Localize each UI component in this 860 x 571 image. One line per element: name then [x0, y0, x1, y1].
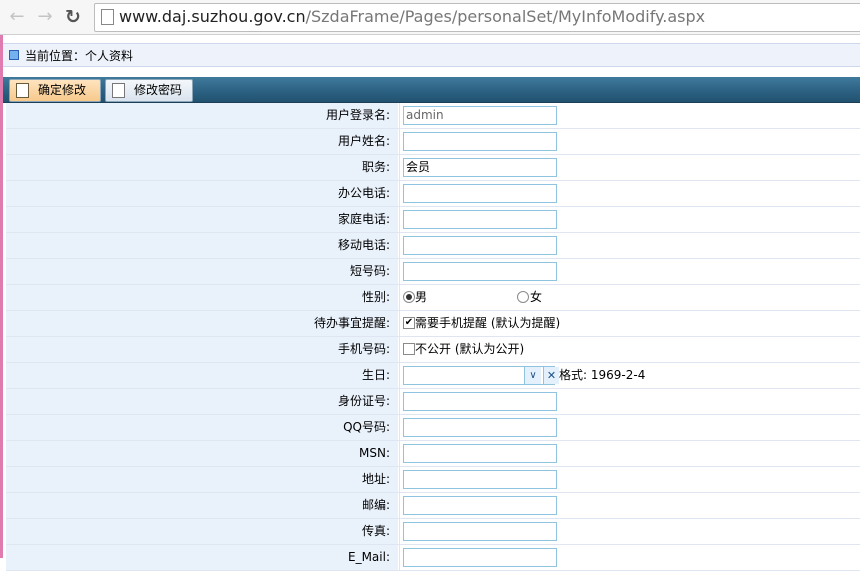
username-label: 用户姓名:	[337, 134, 390, 148]
form-row-short-number: 短号码:	[6, 259, 860, 285]
form-row-email: E_Mail:	[6, 545, 860, 571]
checkmark-icon: ✔	[404, 317, 414, 328]
action-toolbar: 确定修改 修改密码	[3, 77, 860, 103]
msn-label: MSN:	[359, 446, 390, 460]
gender-male-label: 男	[415, 290, 428, 304]
url-text[interactable]: www.daj.suzhou.gov.cn/SzdaFrame/Pages/pe…	[119, 7, 705, 26]
save-changes-label: 确定修改	[38, 83, 87, 97]
todo-reminder-checkbox[interactable]: ✔	[403, 317, 415, 329]
address-label: 地址:	[361, 472, 390, 486]
birthday-format-hint: 格式: 1969-2-4	[559, 368, 646, 382]
fax-label: 传真:	[361, 524, 390, 538]
form-row-birthday: 生日: ∨ ✕ 格式: 1969-2-4	[6, 363, 860, 389]
url-host: www.daj.suzhou.gov.cn	[119, 7, 306, 26]
mobile-private-checkbox[interactable]	[403, 343, 415, 355]
back-arrow-icon[interactable]: ←	[6, 6, 28, 28]
forward-arrow-icon[interactable]: →	[34, 6, 56, 28]
fax-input[interactable]	[403, 522, 557, 541]
address-input[interactable]	[403, 470, 557, 489]
postcode-input[interactable]	[403, 496, 557, 515]
form-row-fax: 传真:	[6, 519, 860, 545]
todo-reminder-label: 待办事宜提醒:	[313, 316, 390, 330]
email-label: E_Mail:	[348, 550, 390, 564]
position-label: 职务:	[361, 160, 390, 174]
gender-male-radio[interactable]	[403, 291, 415, 303]
todo-reminder-option: 需要手机提醒 (默认为提醒)	[415, 316, 561, 330]
url-path: /SzdaFrame/Pages/personalSet/MyInfoModif…	[305, 7, 706, 26]
document-icon	[112, 83, 125, 98]
change-password-label: 修改密码	[134, 83, 183, 97]
frame-left-border	[0, 35, 3, 558]
form-row-qq: QQ号码:	[6, 415, 860, 441]
office-phone-label: 办公电话:	[337, 186, 390, 200]
id-number-label: 身份证号:	[337, 394, 390, 408]
form-row-login: 用户登录名: admin	[6, 103, 860, 129]
chevron-down-icon[interactable]: ∨	[524, 367, 541, 384]
change-password-button[interactable]: 修改密码	[105, 79, 193, 102]
clear-icon[interactable]: ✕	[543, 367, 559, 384]
msn-input[interactable]	[403, 444, 557, 463]
id-number-input[interactable]	[403, 392, 557, 411]
position-input[interactable]: 会员	[403, 158, 557, 177]
profile-form: 用户登录名: admin 用户姓名: 职务: 会员 办公电话: 家庭电话: 移动…	[6, 103, 860, 571]
form-row-address: 地址:	[6, 467, 860, 493]
birthday-label: 生日:	[361, 368, 390, 382]
gender-female-label: 女	[530, 290, 543, 304]
breadcrumb: 当前位置：个人资料	[3, 43, 860, 67]
gender-female-radio[interactable]	[517, 291, 529, 303]
page-icon	[101, 9, 114, 25]
office-phone-input[interactable]	[403, 184, 557, 203]
address-bar[interactable]: www.daj.suzhou.gov.cn/SzdaFrame/Pages/pe…	[94, 3, 860, 32]
form-row-postcode: 邮编:	[6, 493, 860, 519]
form-row-gender: 性别: 男 女	[6, 285, 860, 311]
form-row-home-phone: 家庭电话:	[6, 207, 860, 233]
home-phone-input[interactable]	[403, 210, 557, 229]
mobile-phone-label: 移动电话:	[337, 238, 390, 252]
birthday-date-picker[interactable]: ∨ ✕	[403, 366, 559, 385]
save-changes-button[interactable]: 确定修改	[9, 79, 101, 102]
edit-document-icon	[16, 83, 29, 98]
home-phone-label: 家庭电话:	[337, 212, 390, 226]
mobile-private-option: 不公开 (默认为公开)	[415, 342, 525, 356]
gender-label: 性别:	[361, 290, 390, 304]
qq-input[interactable]	[403, 418, 557, 437]
qq-label: QQ号码:	[343, 420, 390, 434]
form-row-mobile-public: 手机号码: 不公开 (默认为公开)	[6, 337, 860, 363]
form-row-office-phone: 办公电话:	[6, 181, 860, 207]
form-row-id-number: 身份证号:	[6, 389, 860, 415]
form-row-todo-reminder: 待办事宜提醒: ✔ 需要手机提醒 (默认为提醒)	[6, 311, 860, 337]
reload-icon[interactable]: ↻	[62, 6, 84, 28]
login-name-label: 用户登录名:	[325, 108, 390, 122]
mobile-phone-input[interactable]	[403, 236, 557, 255]
form-row-mobile-phone: 移动电话:	[6, 233, 860, 259]
login-name-input[interactable]: admin	[403, 106, 557, 125]
breadcrumb-text: 当前位置：个人资料	[25, 49, 134, 63]
username-input[interactable]	[403, 132, 557, 151]
form-row-msn: MSN:	[6, 441, 860, 467]
short-number-input[interactable]	[403, 262, 557, 281]
form-row-username: 用户姓名:	[6, 129, 860, 155]
form-row-position: 职务: 会员	[6, 155, 860, 181]
mobile-number-label: 手机号码:	[337, 342, 390, 356]
postcode-label: 邮编:	[361, 498, 390, 512]
browser-toolbar: ← → ↻ www.daj.suzhou.gov.cn/SzdaFrame/Pa…	[0, 0, 860, 35]
square-bullet-icon	[9, 50, 19, 60]
short-number-label: 短号码:	[349, 264, 390, 278]
